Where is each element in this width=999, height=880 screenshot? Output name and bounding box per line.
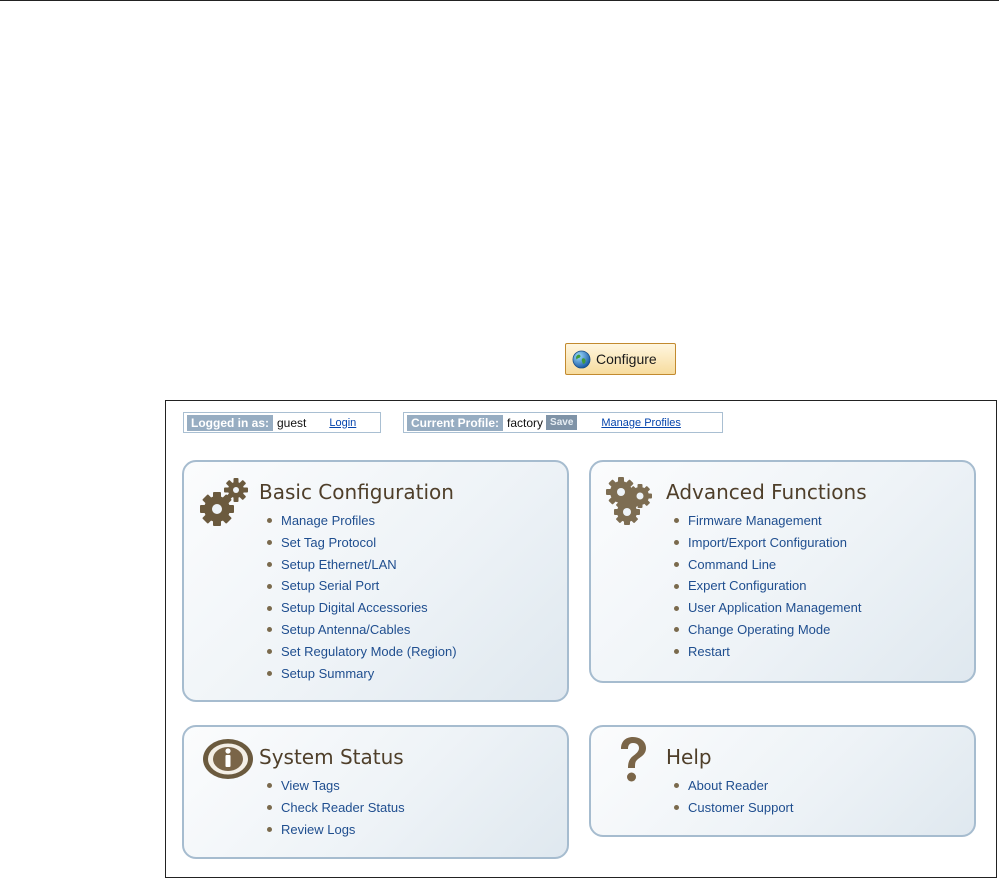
link-set-regulatory-mode[interactable]: Set Regulatory Mode (Region) xyxy=(267,641,457,663)
link-restart[interactable]: Restart xyxy=(674,641,861,663)
login-link[interactable]: Login xyxy=(329,417,356,429)
configure-button[interactable]: Configure xyxy=(565,343,676,375)
link-expert-configuration[interactable]: Expert Configuration xyxy=(674,575,861,597)
advanced-functions-links: Firmware Management Import/Export Config… xyxy=(674,510,861,663)
question-mark-icon xyxy=(621,737,646,782)
cluster-gears-icon xyxy=(606,477,652,525)
help-box: Help About Reader Customer Support xyxy=(589,725,976,837)
link-command-line[interactable]: Command Line xyxy=(674,554,861,576)
system-status-title: System Status xyxy=(259,745,404,769)
advanced-functions-title: Advanced Functions xyxy=(666,480,867,504)
link-setup-serial-port[interactable]: Setup Serial Port xyxy=(267,575,457,597)
main-panel: Logged in as: guest Login Current Profil… xyxy=(165,400,997,878)
basic-configuration-box: Basic Configuration Manage Profiles Set … xyxy=(182,460,569,702)
top-divider xyxy=(0,0,999,1)
manage-profiles-link[interactable]: Manage Profiles xyxy=(601,417,681,429)
link-firmware-management[interactable]: Firmware Management xyxy=(674,510,861,532)
link-view-tags[interactable]: View Tags xyxy=(267,775,405,797)
link-setup-ethernet-lan[interactable]: Setup Ethernet/LAN xyxy=(267,554,457,576)
link-change-operating-mode[interactable]: Change Operating Mode xyxy=(674,619,861,641)
link-check-reader-status[interactable]: Check Reader Status xyxy=(267,797,405,819)
help-title: Help xyxy=(666,745,712,769)
configure-button-label: Configure xyxy=(596,351,657,367)
save-button[interactable]: Save xyxy=(546,415,578,430)
basic-configuration-title: Basic Configuration xyxy=(259,480,454,504)
link-review-logs[interactable]: Review Logs xyxy=(267,819,405,841)
globe-icon xyxy=(572,350,591,368)
advanced-functions-box: Advanced Functions Firmware Management I… xyxy=(589,460,976,683)
profile-status-bar: Current Profile: factory Save Manage Pro… xyxy=(403,412,723,433)
link-about-reader[interactable]: About Reader xyxy=(674,775,794,797)
gears-icon xyxy=(200,478,248,526)
system-status-links: View Tags Check Reader Status Review Log… xyxy=(267,775,405,840)
link-manage-profiles[interactable]: Manage Profiles xyxy=(267,510,457,532)
current-user: guest xyxy=(277,415,307,430)
current-profile-label: Current Profile: xyxy=(407,414,504,431)
logged-in-label: Logged in as: xyxy=(187,414,273,431)
link-setup-antenna-cables[interactable]: Setup Antenna/Cables xyxy=(267,619,457,641)
login-status-bar: Logged in as: guest Login xyxy=(183,412,381,433)
system-status-box: System Status View Tags Check Reader Sta… xyxy=(182,725,569,859)
link-customer-support[interactable]: Customer Support xyxy=(674,797,794,819)
current-profile: factory xyxy=(507,415,544,430)
link-user-application-management[interactable]: User Application Management xyxy=(674,597,861,619)
info-icon xyxy=(203,739,253,779)
link-set-tag-protocol[interactable]: Set Tag Protocol xyxy=(267,532,457,554)
link-import-export-configuration[interactable]: Import/Export Configuration xyxy=(674,532,861,554)
basic-configuration-links: Manage Profiles Set Tag Protocol Setup E… xyxy=(267,510,457,684)
link-setup-digital-accessories[interactable]: Setup Digital Accessories xyxy=(267,597,457,619)
help-links: About Reader Customer Support xyxy=(674,775,794,819)
link-setup-summary[interactable]: Setup Summary xyxy=(267,663,457,685)
